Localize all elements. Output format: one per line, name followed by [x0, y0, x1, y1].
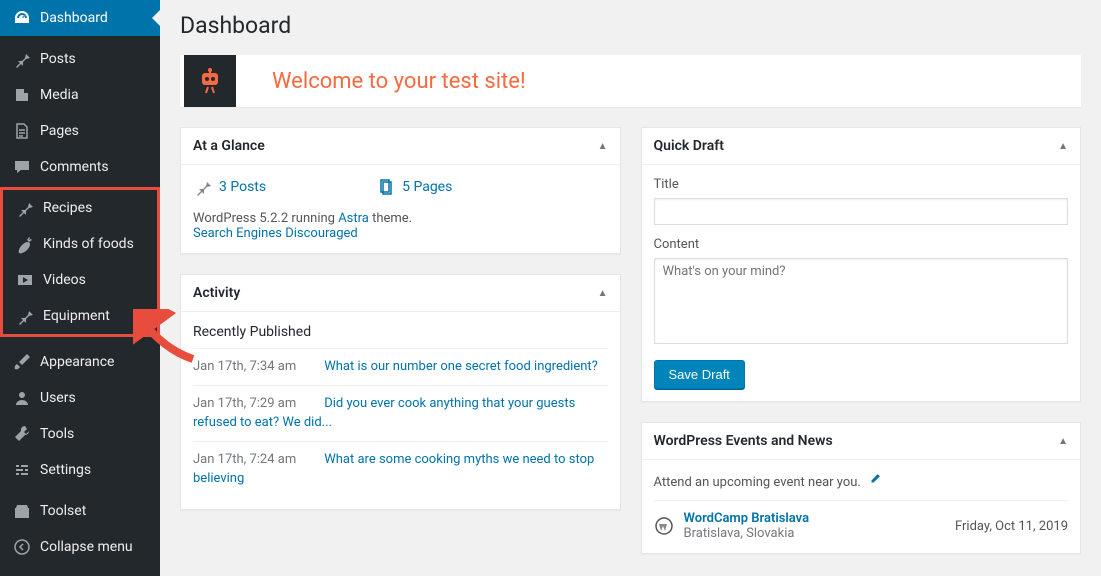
pin-icon [15, 198, 35, 218]
wrench-icon [12, 424, 32, 444]
sidebar-item-label: Dashboard [40, 10, 108, 26]
video-icon [15, 270, 35, 290]
draft-title-input[interactable] [654, 198, 1069, 225]
chevron-up-icon[interactable]: ▲ [598, 288, 608, 299]
sidebar-item-posts[interactable]: Posts [0, 41, 160, 77]
posts-link[interactable]: 3 Posts [193, 177, 266, 197]
sidebar-item-recipes[interactable]: Recipes [3, 190, 157, 226]
sidebar-item-kinds-of-foods[interactable]: Kinds of foods [3, 226, 157, 262]
box-title: Quick Draft [654, 138, 724, 154]
gauge-icon [12, 8, 32, 28]
sidebar-item-media[interactable]: Media [0, 77, 160, 113]
sidebar-item-dashboard[interactable]: Dashboard [0, 0, 160, 36]
sidebar-item-label: Settings [40, 462, 91, 478]
user-icon [12, 388, 32, 408]
pin-icon [193, 177, 213, 197]
toolset-icon [12, 501, 32, 521]
event-item: WordCamp Bratislava Bratislava, Slovakia… [654, 500, 1069, 541]
draft-content-textarea[interactable] [654, 258, 1069, 344]
sidebar-item-label: Collapse menu [40, 539, 133, 555]
welcome-panel: Welcome to your test site! [180, 55, 1081, 107]
sidebar-item-label: Pages [40, 123, 79, 139]
at-a-glance-box: At a Glance ▲ 3 Posts 5 Pages [180, 127, 621, 254]
sidebar-item-label: Recipes [43, 200, 92, 216]
sidebar-item-label: Users [40, 390, 76, 406]
sidebar-item-label: Comments [40, 159, 109, 175]
box-title: Activity [193, 285, 240, 301]
wp-version-line: WordPress 5.2.2 running Astra theme. [193, 211, 608, 226]
wordcamp-icon [654, 516, 674, 536]
posts-count: 3 Posts [219, 179, 266, 195]
activity-row: Jan 17th, 7:34 am What is our number one … [193, 348, 608, 385]
page-title: Dashboard [180, 0, 1081, 55]
pages-icon [376, 177, 396, 197]
events-news-box: WordPress Events and News ▲ Attend an up… [641, 422, 1082, 554]
box-header[interactable]: Quick Draft ▲ [642, 128, 1081, 165]
activity-link[interactable]: What is our number one secret food ingre… [324, 359, 598, 374]
admin-sidebar: Dashboard Posts Media Pages Comments Rec… [0, 0, 160, 576]
activity-time: Jan 17th, 7:24 am [193, 452, 296, 467]
highlighted-nav-group: Recipes Kinds of foods Videos Equipment [0, 187, 160, 337]
sidebar-item-label: Tools [40, 426, 74, 442]
sidebar-item-toolset[interactable]: Toolset [0, 493, 160, 529]
chevron-up-icon[interactable]: ▲ [1058, 436, 1068, 447]
sidebar-item-label: Toolset [40, 503, 86, 519]
sidebar-item-collapse[interactable]: Collapse menu [0, 529, 160, 565]
content-label: Content [654, 237, 1069, 252]
events-attend-text: Attend an upcoming event near you. [654, 472, 1069, 500]
pin-icon [12, 49, 32, 69]
box-title: WordPress Events and News [654, 433, 833, 449]
sidebar-item-label: Equipment [43, 308, 110, 324]
sidebar-item-users[interactable]: Users [0, 380, 160, 416]
sliders-icon [12, 460, 32, 480]
search-engines-link[interactable]: Search Engines Discouraged [193, 226, 358, 241]
event-location: Bratislava, Slovakia [684, 526, 956, 541]
pages-link[interactable]: 5 Pages [376, 177, 452, 197]
sidebar-item-settings[interactable]: Settings [0, 452, 160, 488]
pin-icon [15, 306, 35, 326]
box-title: At a Glance [193, 138, 265, 154]
title-label: Title [654, 177, 1069, 192]
pencil-icon[interactable] [868, 475, 882, 490]
page-icon [12, 121, 32, 141]
activity-row: Jan 17th, 7:24 amWhat are some cooking m… [193, 441, 608, 497]
chevron-up-icon[interactable]: ▲ [598, 141, 608, 152]
carrot-icon [15, 234, 35, 254]
save-draft-button[interactable]: Save Draft [654, 360, 745, 389]
main-content: Dashboard Welcome to your test site! At … [160, 0, 1101, 576]
sidebar-item-equipment[interactable]: Equipment [3, 298, 157, 334]
activity-time: Jan 17th, 7:29 am [193, 396, 296, 411]
brush-icon [12, 352, 32, 372]
pages-count: 5 Pages [402, 179, 452, 195]
box-header[interactable]: WordPress Events and News ▲ [642, 423, 1081, 460]
sidebar-item-appearance[interactable]: Appearance [0, 344, 160, 380]
collapse-icon [12, 537, 32, 557]
quick-draft-box: Quick Draft ▲ Title Content Save Draft [641, 127, 1082, 402]
chevron-up-icon[interactable]: ▲ [1058, 141, 1068, 152]
theme-link[interactable]: Astra [338, 211, 369, 226]
activity-box: Activity ▲ Recently Published Jan 17th, … [180, 274, 621, 510]
event-date: Friday, Oct 11, 2019 [955, 519, 1068, 534]
sidebar-item-label: Kinds of foods [43, 236, 134, 252]
event-name-link[interactable]: WordCamp Bratislava [684, 511, 810, 526]
comment-icon [12, 157, 32, 177]
sidebar-item-videos[interactable]: Videos [3, 262, 157, 298]
sidebar-item-pages[interactable]: Pages [0, 113, 160, 149]
media-icon [12, 85, 32, 105]
activity-time: Jan 17th, 7:34 am [193, 359, 296, 374]
sidebar-item-label: Appearance [40, 354, 114, 370]
box-header[interactable]: Activity ▲ [181, 275, 620, 312]
robot-icon [184, 55, 236, 107]
sidebar-item-tools[interactable]: Tools [0, 416, 160, 452]
welcome-message: Welcome to your test site! [236, 69, 526, 94]
sidebar-item-comments[interactable]: Comments [0, 149, 160, 185]
box-header[interactable]: At a Glance ▲ [181, 128, 620, 165]
sidebar-item-label: Posts [40, 51, 76, 67]
activity-row: Jan 17th, 7:29 amDid you ever cook anyth… [193, 385, 608, 441]
sidebar-item-label: Videos [43, 272, 86, 288]
activity-subheading: Recently Published [193, 324, 608, 348]
sidebar-item-label: Media [40, 87, 79, 103]
